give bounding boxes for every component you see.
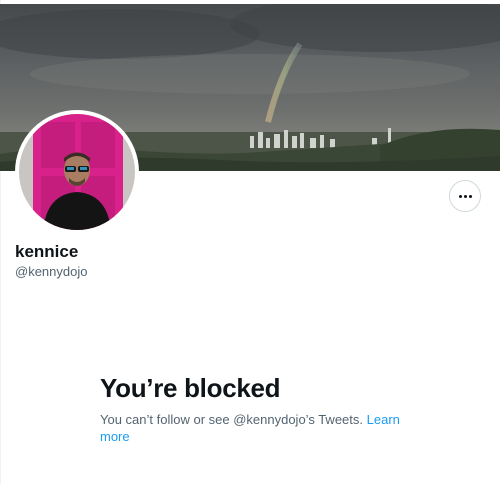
profile-display-name: kennice bbox=[15, 242, 79, 261]
blocked-title: You’re blocked bbox=[100, 373, 281, 403]
profile-avatar[interactable] bbox=[15, 110, 139, 234]
blocked-message-text: You can’t follow or see @kennydojo’s Twe… bbox=[100, 412, 367, 427]
more-horizontal-icon bbox=[458, 194, 472, 198]
blocked-message: You can’t follow or see @kennydojo’s Twe… bbox=[100, 411, 400, 445]
profile-handle: @kennydojo bbox=[15, 264, 88, 279]
more-options-button[interactable] bbox=[449, 180, 481, 212]
